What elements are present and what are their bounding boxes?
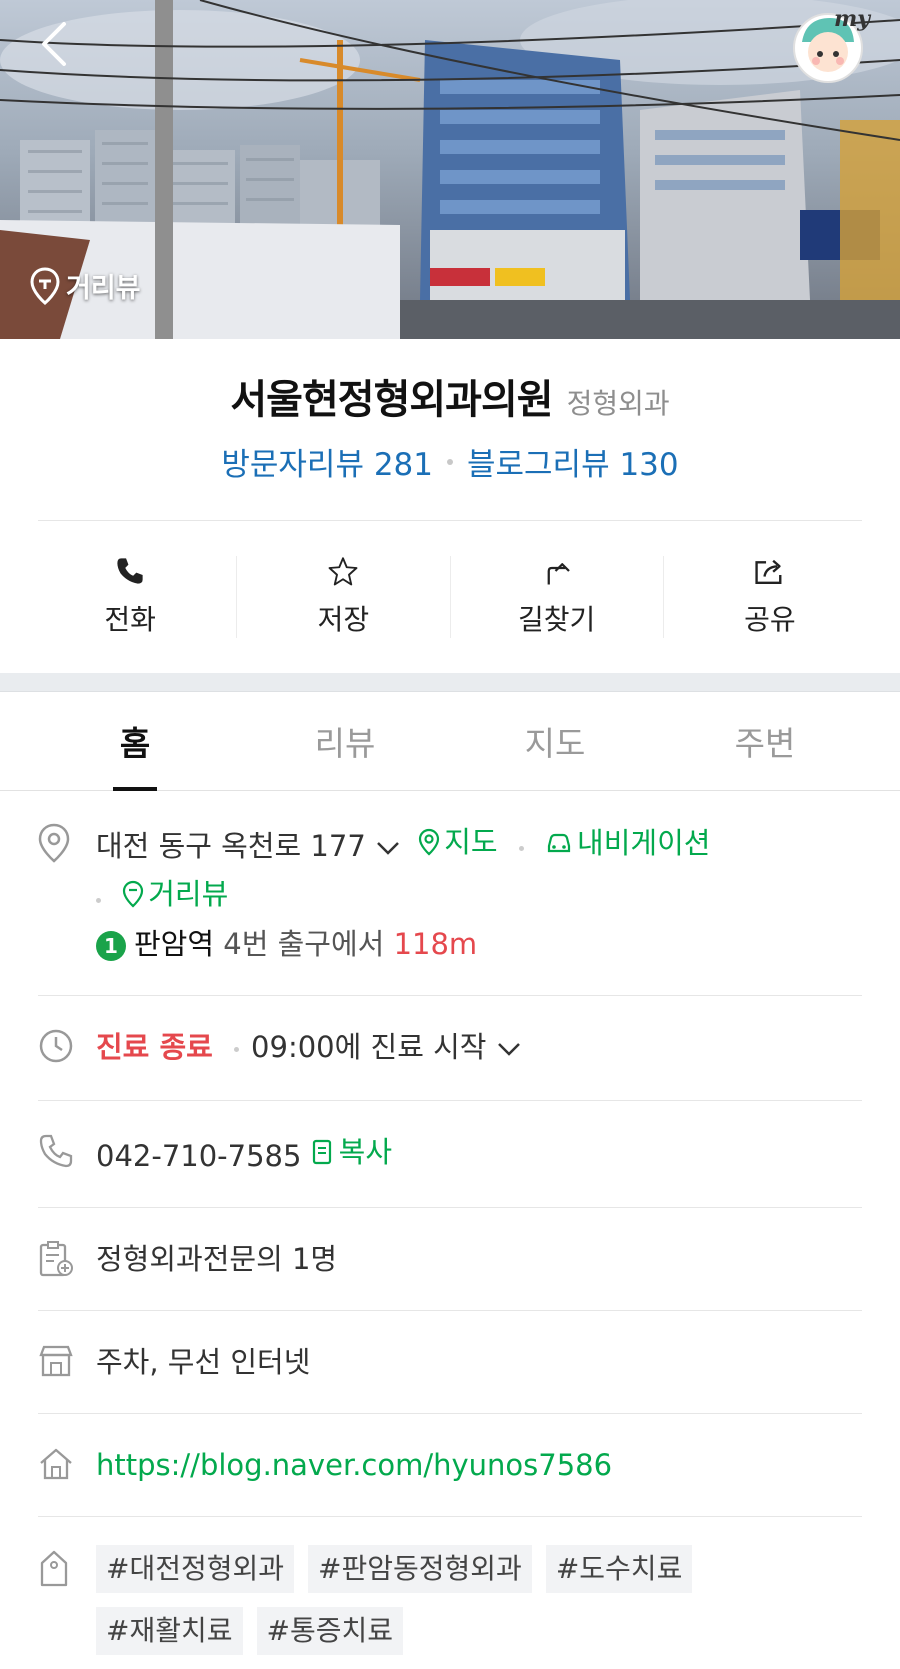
hashtag[interactable]: #대전정형외과: [96, 1545, 295, 1593]
facilities-text: 주차, 무선 인터넷: [96, 1345, 311, 1379]
hashtag[interactable]: #재활치료: [96, 1607, 243, 1655]
copy-icon: [312, 1139, 331, 1165]
facilities-row: 주차, 무선 인터넷: [38, 1311, 862, 1414]
street-view-label: 거리뷰: [66, 273, 141, 304]
store-icon: [39, 1345, 73, 1377]
location-pin-icon: [38, 823, 70, 863]
share-button[interactable]: 공유: [664, 556, 876, 638]
home-icon: [40, 1448, 72, 1480]
hashtag[interactable]: #판암동정형외과: [308, 1545, 532, 1593]
tab-home[interactable]: 홈: [30, 692, 240, 791]
subway-line-badge: 1: [96, 931, 126, 961]
navigation-link-label: 내비게이션: [577, 826, 711, 860]
directions-button[interactable]: 길찾기: [451, 556, 664, 638]
map-pin-icon: [419, 828, 440, 856]
blog-review-link[interactable]: 블로그리뷰 130: [467, 439, 679, 484]
street-view-link-label: 거리뷰: [148, 877, 229, 911]
separator-dot: [96, 897, 101, 903]
separator-dot: [447, 458, 453, 465]
clock-icon: [39, 1029, 73, 1063]
hours-next: 09:00에 진료 시작: [251, 1030, 487, 1064]
my-label: my: [833, 6, 870, 32]
separator-dot: [518, 845, 524, 851]
hashtag[interactable]: #통증치료: [256, 1607, 404, 1655]
map-link[interactable]: 지도: [418, 819, 498, 865]
map-link-label: 지도: [444, 825, 498, 859]
copy-label: 복사: [338, 1135, 393, 1169]
tags-row: #대전정형외과 #판암동정형외과 #도수치료 #재활치료 #통증치료: [38, 1517, 862, 1669]
doctors-row: 정형외과전문의 1명: [38, 1208, 862, 1311]
car-icon: [547, 833, 571, 853]
street-view-pin-icon: [30, 266, 60, 305]
place-name: 서울현정형외과의원: [230, 377, 553, 423]
call-label: 전화: [104, 603, 156, 636]
tab-nearby[interactable]: 주변: [660, 692, 870, 790]
tab-reviews[interactable]: 리뷰: [240, 692, 450, 790]
visitor-review-link[interactable]: 방문자리뷰 281: [221, 439, 433, 484]
back-button[interactable]: [34, 18, 74, 70]
hours-expand-toggle[interactable]: [496, 1026, 522, 1072]
exit-text: 4번 출구에서: [223, 927, 385, 961]
phone-icon: [117, 558, 143, 584]
save-label: 저장: [317, 603, 370, 636]
medical-chart-icon: [39, 1241, 73, 1277]
call-button[interactable]: 전화: [24, 556, 238, 638]
save-button[interactable]: 저장: [237, 556, 451, 638]
section-gap: [0, 673, 900, 692]
info-list: 대전 동구 옥천로 177 지도 내비게이션 거리뷰 1 판암역 4번 출구에서…: [0, 791, 900, 1669]
share-icon: [755, 559, 782, 585]
station-name: 판암역: [134, 927, 215, 961]
copy-phone-button[interactable]: 복사: [311, 1129, 392, 1175]
hours-row: 진료 종료 09:00에 진료 시작: [38, 996, 862, 1101]
tab-bar: 홈 리뷰 지도 주변: [0, 692, 900, 791]
address-text: 대전 동구 옥천로 177: [96, 829, 366, 863]
tab-map[interactable]: 지도: [450, 692, 660, 790]
my-profile-button[interactable]: my: [790, 6, 872, 84]
website-link[interactable]: https://blog.naver.com/hyunos7586: [96, 1448, 612, 1482]
phone-number[interactable]: 042-710-7585: [96, 1139, 301, 1173]
separator-dot: [234, 1046, 240, 1052]
hashtag[interactable]: #도수치료: [545, 1545, 693, 1593]
directions-label: 길찾기: [517, 603, 596, 636]
star-icon: [328, 557, 358, 586]
directions-icon: [547, 563, 570, 585]
phone-outline-icon: [39, 1134, 73, 1168]
place-summary: 서울현정형외과의원 정형외과 방문자리뷰 281 블로그리뷰 130: [0, 339, 900, 484]
action-bar: 전화 저장 길찾기 공유: [24, 521, 876, 673]
tag-icon: [40, 1550, 68, 1587]
place-category: 정형외과: [566, 387, 670, 420]
address-row: 대전 동구 옥천로 177 지도 내비게이션 거리뷰 1 판암역 4번 출구에서…: [38, 791, 862, 996]
share-label: 공유: [744, 603, 796, 636]
website-row: https://blog.naver.com/hyunos7586: [38, 1414, 862, 1517]
street-view-pin-icon: [123, 880, 144, 908]
chevron-down-icon: [497, 1043, 520, 1056]
street-view-button[interactable]: 거리뷰: [30, 266, 141, 305]
chevron-left-icon: [42, 22, 66, 66]
doctors-text: 정형외과전문의 1명: [96, 1242, 338, 1276]
chevron-down-icon: [377, 842, 399, 855]
station-distance: 118m: [393, 927, 478, 961]
street-view-photo[interactable]: my 거리뷰: [0, 0, 900, 339]
street-view-link[interactable]: 거리뷰: [122, 871, 228, 917]
navigation-link[interactable]: 내비게이션: [545, 820, 710, 866]
phone-row: 042-710-7585 복사: [38, 1101, 862, 1208]
address-expand-toggle[interactable]: [375, 825, 401, 871]
hours-status: 진료 종료: [96, 1030, 213, 1064]
